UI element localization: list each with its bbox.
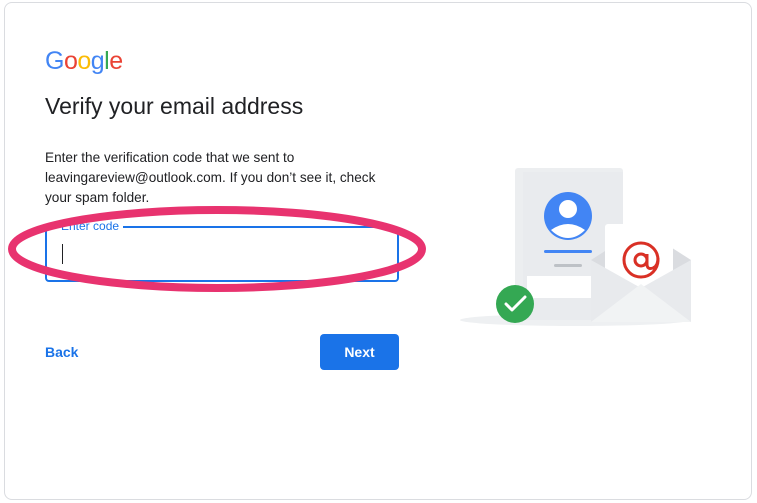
text-caret — [62, 244, 63, 264]
instructions-text: Enter the verification code that we sent… — [45, 150, 376, 205]
verification-illustration — [460, 168, 691, 326]
logo-letter: o — [77, 47, 91, 75]
logo-letter: e — [109, 47, 123, 75]
checkmark-icon — [496, 285, 534, 323]
code-input[interactable] — [59, 240, 383, 270]
google-logo: Google — [45, 46, 123, 76]
user-avatar-icon — [544, 192, 592, 240]
code-field-label: Enter code — [57, 219, 124, 233]
page-title: Verify your email address — [45, 93, 304, 119]
logo-letter: g — [90, 47, 105, 75]
next-button[interactable]: Next — [320, 334, 399, 370]
envelope-icon — [591, 224, 691, 322]
logo-letter: o — [63, 47, 78, 75]
logo-letter: G — [45, 47, 64, 75]
back-button[interactable]: Back — [45, 343, 78, 361]
code-field[interactable]: Enter code — [45, 219, 399, 282]
